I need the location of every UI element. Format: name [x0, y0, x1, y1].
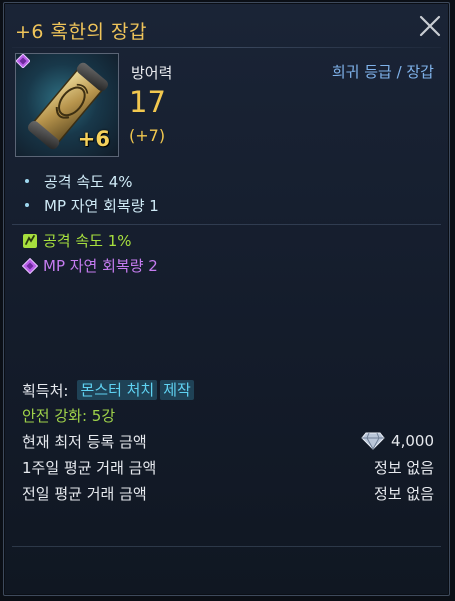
market-row: 전일 평균 거래 금액 정보 없음 [22, 482, 434, 504]
main-stat-value: 17 [129, 85, 166, 119]
market-value: 정보 없음 [374, 458, 434, 477]
market-row: 현재 최저 등록 금액 4,000 [22, 430, 434, 452]
header-divider [12, 47, 441, 48]
item-icon-frame: +6 [15, 53, 119, 157]
acquisition-row: 획득처: 몬스터 처치 제작 [22, 379, 434, 401]
bullet-icon [25, 179, 29, 183]
section-divider [12, 224, 441, 225]
extra-option-text: MP 자연 회복량 2 [43, 257, 158, 275]
source-tag-craft[interactable]: 제작 [160, 380, 194, 400]
bullet-icon [25, 203, 29, 207]
grade-type-label: 희귀 등급 / 장갑 [331, 63, 434, 81]
purple-diamond-icon [22, 257, 38, 274]
enhance-level-label: +6 [77, 127, 110, 151]
crystal-diamond-icon [361, 432, 385, 450]
green-rune-icon [23, 233, 37, 248]
item-tooltip: +6 혹한의 장갑 +6 방어력 17 (+7) 희귀 등급 / 장갑 공격 속… [3, 2, 450, 596]
extra-option: 공격 속도 1% [22, 228, 158, 253]
main-stat-label: 방어력 [131, 64, 173, 82]
basic-option-text: 공격 속도 4% [44, 172, 133, 191]
safe-enhance-row: 안전 강화: 5강 [22, 404, 434, 426]
basic-options: 공격 속도 4% MP 자연 회복량 1 [22, 169, 159, 217]
basic-option: 공격 속도 4% [22, 169, 159, 193]
purple-diamond-icon [16, 54, 30, 68]
market-value: 4,000 [391, 432, 434, 450]
close-button[interactable] [418, 14, 442, 38]
main-stat-bonus: (+7) [129, 126, 166, 145]
acquisition-label: 획득처: [22, 381, 69, 400]
market-label: 현재 최저 등록 금액 [22, 432, 147, 451]
extra-options: 공격 속도 1% MP 자연 회복량 2 [22, 228, 158, 278]
safe-enhance-text: 안전 강화: 5강 [22, 406, 116, 425]
basic-option-text: MP 자연 회복량 1 [44, 196, 159, 215]
basic-option: MP 자연 회복량 1 [22, 193, 159, 217]
source-tag-monster[interactable]: 몬스터 처치 [77, 380, 158, 400]
market-row: 1주일 평균 거래 금액 정보 없음 [22, 456, 434, 478]
market-label: 전일 평균 거래 금액 [22, 484, 147, 503]
market-value: 정보 없음 [374, 484, 434, 503]
item-title: +6 혹한의 장갑 [15, 21, 147, 43]
footer-divider [12, 546, 441, 547]
extra-option-text: 공격 속도 1% [43, 232, 132, 250]
extra-option: MP 자연 회복량 2 [22, 253, 158, 278]
market-label: 1주일 평균 거래 금액 [22, 458, 157, 477]
close-icon [419, 15, 441, 37]
